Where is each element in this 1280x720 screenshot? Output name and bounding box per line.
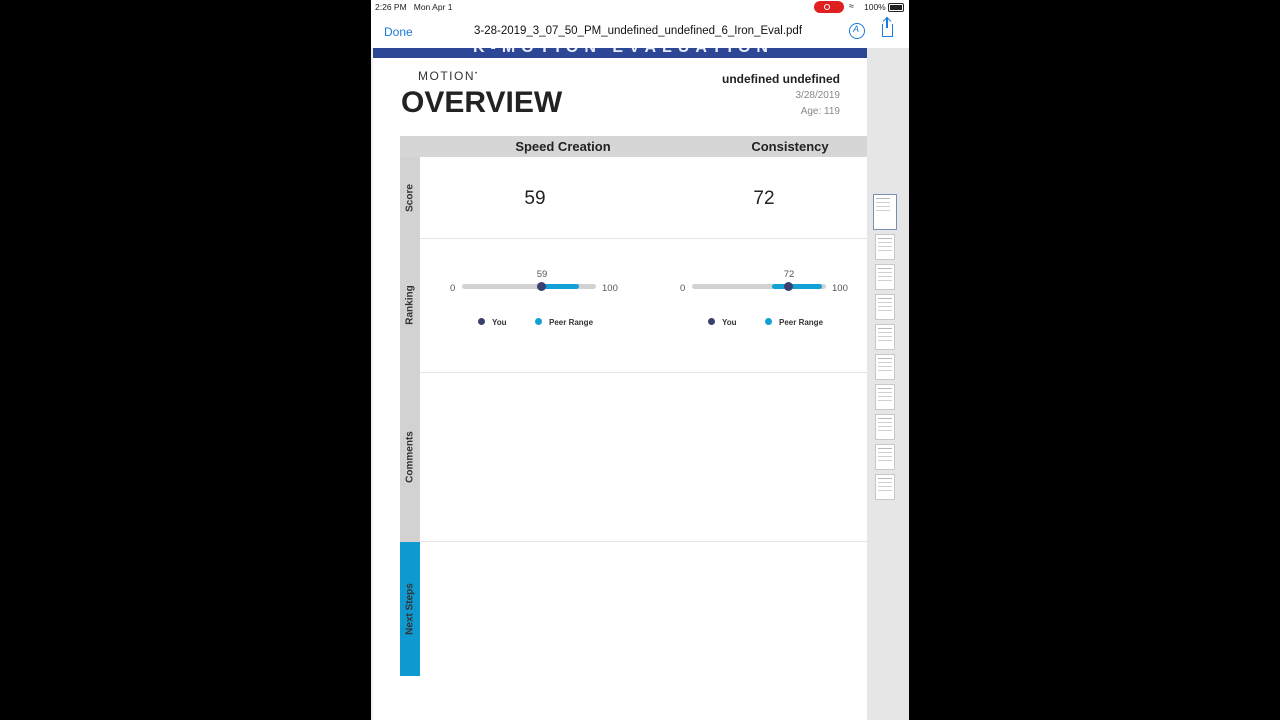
row-label-ranking: Ranking — [404, 285, 416, 325]
legend-you-label: You — [722, 318, 737, 327]
page-thumbnail[interactable] — [875, 264, 895, 290]
row-labels-column: Score Ranking Comments — [400, 157, 420, 542]
athlete-age: Age: 119 — [800, 106, 840, 117]
row-label-score: Score — [404, 183, 416, 212]
done-button[interactable]: Done — [384, 25, 413, 39]
you-marker — [783, 282, 793, 291]
page-thumbnail-strip[interactable] — [867, 48, 909, 720]
battery-percent: 100% — [864, 2, 886, 12]
row-label-comments: Comments — [404, 431, 416, 483]
score-consistency: 72 — [753, 188, 775, 209]
ranking-track-speed — [462, 282, 596, 291]
page-thumbnail[interactable] — [875, 294, 895, 320]
you-marker — [536, 282, 546, 291]
column-consistency: Consistency — [751, 139, 829, 154]
page-thumbnail[interactable] — [875, 324, 895, 350]
row-divider — [420, 372, 867, 373]
legend-peer-dot — [535, 318, 542, 325]
page-thumbnail[interactable] — [875, 444, 895, 470]
peer-range-bar — [772, 284, 822, 289]
legend-peer-label: Peer Range — [549, 318, 594, 327]
banner-text: K-MOTION EVALUATION — [473, 48, 774, 57]
brand-logo: MOTION• — [418, 69, 479, 83]
screen-recording-icon[interactable] — [814, 1, 844, 13]
report-banner: K-MOTION EVALUATION — [373, 48, 867, 58]
status-bar: 2:26 PM Mon Apr 1 ≈ 100% — [371, 0, 909, 14]
page-thumbnail[interactable] — [875, 474, 895, 500]
page-thumbnail[interactable] — [875, 354, 895, 380]
pdf-page: K-MOTION EVALUATION MOTION• OVERVIEW und… — [373, 48, 867, 720]
legend-peer-label: Peer Range — [779, 318, 824, 327]
legend-you-label: You — [492, 318, 507, 327]
athlete-name: undefined undefined — [722, 72, 840, 86]
battery-icon — [888, 3, 904, 12]
row-label-next-steps: Next Steps — [400, 542, 420, 676]
nav-bar: Done 3-28-2019_3_07_50_PM_undefined_unde… — [371, 14, 909, 48]
page-title: OVERVIEW — [401, 86, 563, 119]
legend-you-dot — [478, 318, 485, 325]
pdf-viewer[interactable]: K-MOTION EVALUATION MOTION• OVERVIEW und… — [371, 48, 909, 720]
page-thumbnail[interactable] — [875, 384, 895, 410]
ranking-value-consistency: 72 — [783, 269, 795, 280]
page-thumbnail[interactable] — [873, 194, 897, 230]
ipad-screen: 2:26 PM Mon Apr 1 ≈ 100% Done 3-28-2019_… — [371, 0, 909, 720]
row-divider — [420, 541, 867, 542]
page-thumbnail[interactable] — [875, 414, 895, 440]
ranking-max-speed: 100 — [602, 283, 618, 294]
ranking-track-consistency — [692, 282, 826, 291]
ranking-value-speed: 59 — [536, 269, 548, 280]
column-speed-creation: Speed Creation — [515, 139, 611, 154]
score-speed-creation: 59 — [524, 188, 546, 209]
row-divider — [420, 238, 867, 239]
file-title: 3-28-2019_3_07_50_PM_undefined_undefined… — [473, 25, 803, 37]
table-header: Speed Creation Consistency — [400, 136, 867, 157]
peer-range-bar — [542, 284, 579, 289]
ranking-min-consistency: 0 — [680, 283, 686, 294]
markup-pen-icon[interactable] — [849, 23, 865, 39]
share-icon[interactable] — [882, 18, 893, 37]
page-thumbnail[interactable] — [875, 234, 895, 260]
evaluation-date: 3/28/2019 — [795, 90, 841, 101]
legend-you-dot — [708, 318, 715, 325]
legend-peer-dot — [765, 318, 772, 325]
ranking-max-consistency: 100 — [832, 283, 848, 294]
wifi-icon: ≈ — [849, 1, 854, 11]
status-time: 2:26 PM Mon Apr 1 — [375, 2, 453, 12]
ranking-min-speed: 0 — [450, 283, 456, 294]
next-steps-label: Next Steps — [404, 583, 416, 635]
